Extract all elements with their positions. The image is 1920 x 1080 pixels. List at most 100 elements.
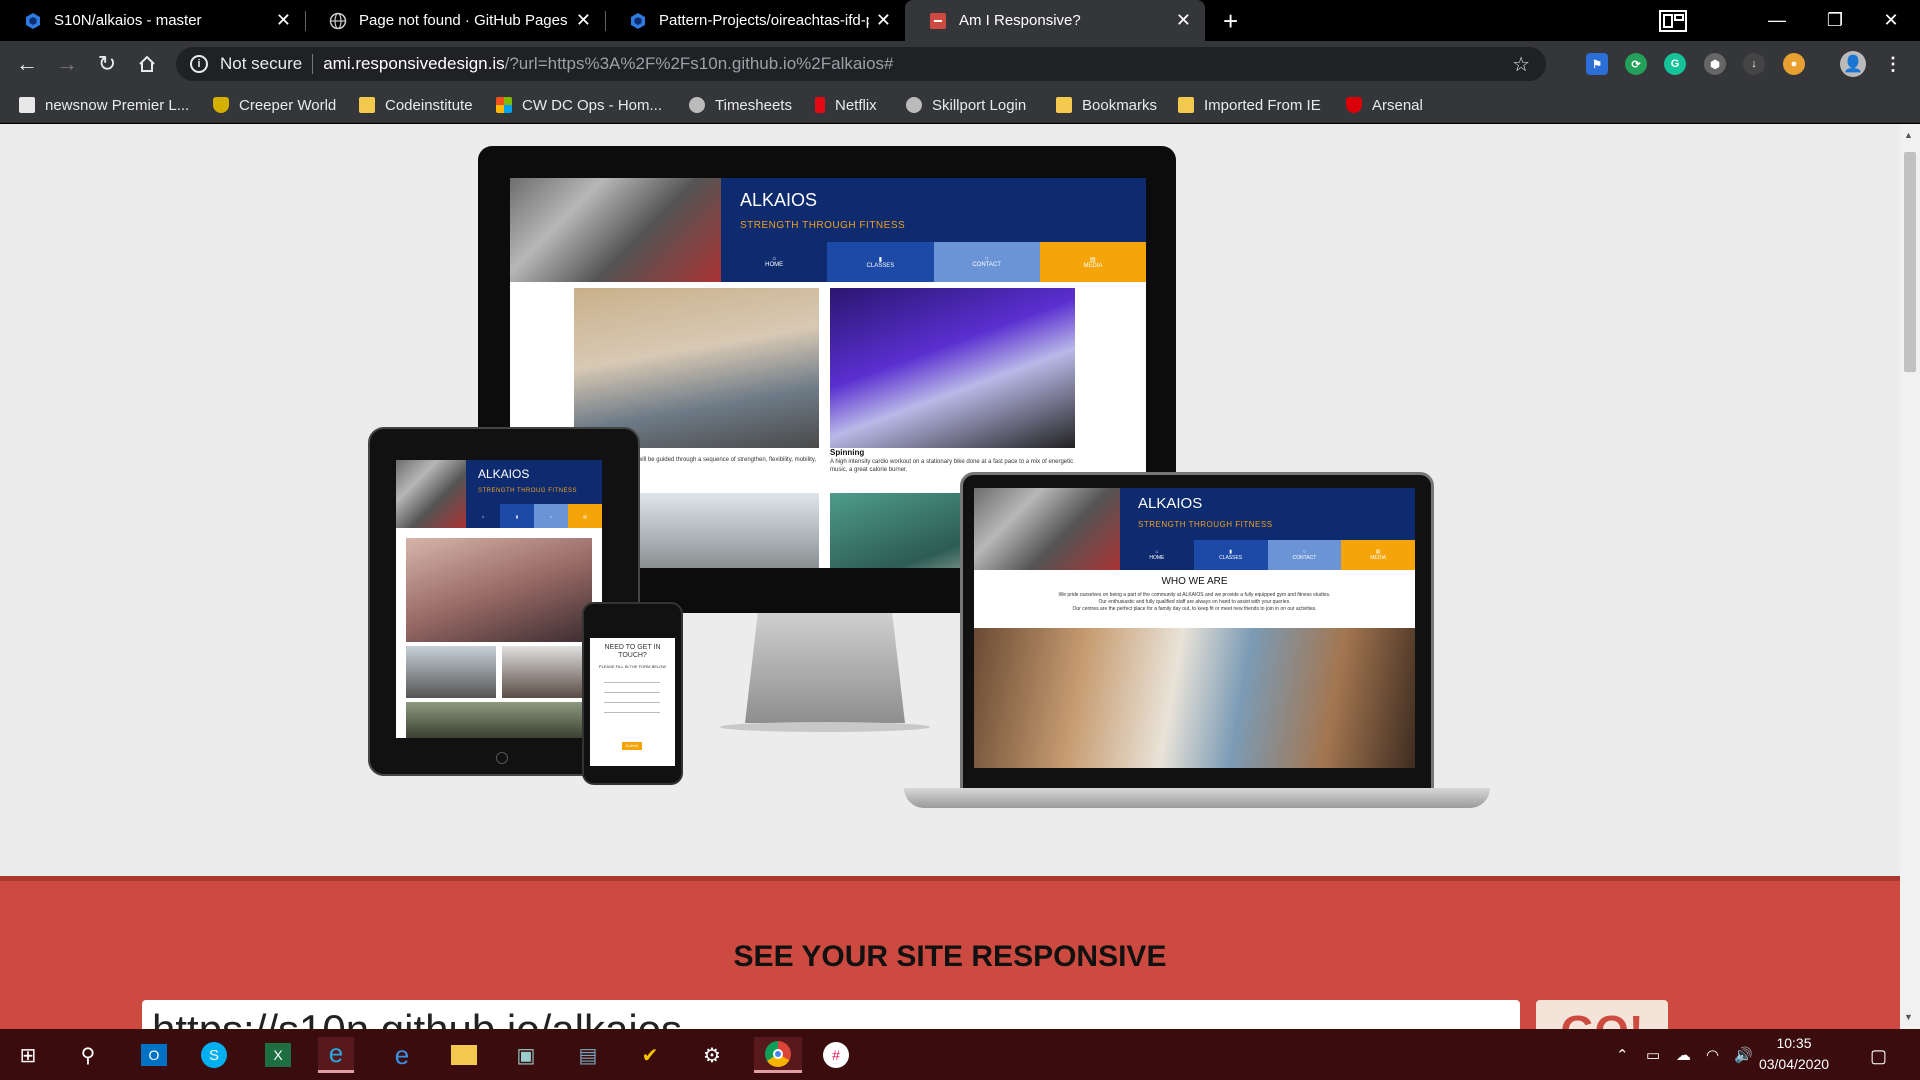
phone-heading: NEED TO GET IN TOUCH? bbox=[604, 644, 661, 659]
extension-green-icon[interactable]: ⟳ bbox=[1625, 53, 1647, 75]
reload-icon[interactable]: ↻ bbox=[93, 50, 121, 78]
tray-chevron-icon[interactable]: ⌃ bbox=[1616, 1046, 1629, 1064]
internet-explorer-icon[interactable]: e bbox=[318, 1037, 354, 1073]
close-window-icon[interactable]: ✕ bbox=[1862, 0, 1920, 41]
nav-media[interactable]: ▤ bbox=[568, 504, 602, 528]
nav-media[interactable]: ▤ MEDIA bbox=[1039, 242, 1146, 282]
norton-icon[interactable]: ✔ bbox=[632, 1037, 668, 1073]
yoga-photo bbox=[574, 288, 819, 448]
home-icon[interactable] bbox=[133, 50, 161, 78]
bookmark-item[interactable]: Skillport Login bbox=[906, 94, 1026, 116]
tab-github-pages[interactable]: Page not found · GitHub Pages ✕ bbox=[305, 0, 605, 41]
header-gym-image bbox=[510, 178, 721, 282]
scroll-down-icon[interactable]: ▼ bbox=[1904, 1012, 1913, 1022]
nav-media[interactable]: ▤ MEDIA bbox=[1341, 540, 1415, 570]
bookmark-label: Arsenal bbox=[1372, 96, 1423, 114]
clock-time: 10:35 bbox=[1776, 1035, 1812, 1051]
nav-home[interactable]: ⌂ HOME bbox=[721, 242, 828, 282]
extension-download-icon[interactable]: ↓ bbox=[1743, 53, 1765, 75]
bookmark-item[interactable]: Creeper World bbox=[213, 94, 336, 116]
scroll-up-icon[interactable]: ▲ bbox=[1904, 130, 1913, 140]
form-field[interactable] bbox=[604, 712, 660, 713]
nav-classes[interactable]: ▮ bbox=[500, 504, 534, 528]
submit-button[interactable]: Submit bbox=[622, 742, 642, 750]
nav-contact[interactable]: ○ CONTACT bbox=[1267, 540, 1342, 570]
site-nav: ⌂ HOME ▮ CLASSES ○ CONTACT ▤ MEDIA bbox=[721, 242, 1146, 282]
notifications-icon[interactable]: ▢ bbox=[1870, 1046, 1887, 1067]
tab-github-alkaios[interactable]: S10N/alkaios - master ✕ bbox=[0, 0, 305, 41]
bookmark-star-icon[interactable]: ☆ bbox=[1512, 52, 1530, 77]
url-input[interactable]: https://s10n.github.io/alkaios bbox=[142, 1000, 1520, 1029]
site-nav: ⌂ ▮ ○ ▤ bbox=[466, 504, 602, 528]
tab-am-i-responsive[interactable]: Am I Responsive? ✕ bbox=[905, 0, 1205, 41]
back-icon[interactable]: ← bbox=[13, 50, 41, 78]
edge-icon[interactable]: e bbox=[384, 1037, 420, 1073]
profile-avatar-icon[interactable]: 👤 bbox=[1840, 51, 1866, 77]
forward-icon[interactable]: → bbox=[53, 50, 81, 78]
bookmark-item[interactable]: Netflix bbox=[815, 94, 877, 116]
wifi-icon[interactable]: ◠ bbox=[1706, 1046, 1719, 1064]
close-icon[interactable]: ✕ bbox=[1176, 10, 1191, 31]
go-button[interactable]: GO! bbox=[1536, 1000, 1668, 1029]
bookmark-item[interactable]: Timesheets bbox=[689, 94, 792, 116]
bookmark-item[interactable]: Imported From IE bbox=[1178, 94, 1321, 116]
nav-contact[interactable]: ○ bbox=[534, 504, 568, 528]
form-field[interactable] bbox=[604, 682, 660, 683]
close-icon[interactable]: ✕ bbox=[876, 10, 891, 31]
bookmark-item[interactable]: Codeinstitute bbox=[359, 94, 473, 116]
tab-strip: S10N/alkaios - master ✕ Page not found ·… bbox=[0, 0, 1920, 41]
nav-classes[interactable]: ▮ CLASSES bbox=[827, 242, 934, 282]
extension-gray-icon[interactable]: ⬢ bbox=[1704, 53, 1726, 75]
settings-gear-icon[interactable]: ⚙ bbox=[694, 1037, 730, 1073]
skype-icon[interactable]: S bbox=[196, 1037, 232, 1073]
grammarly-icon[interactable]: G bbox=[1664, 53, 1686, 75]
folder-icon bbox=[359, 97, 375, 113]
restore-icon[interactable]: ❐ bbox=[1806, 0, 1864, 41]
bookmark-item[interactable]: Bookmarks bbox=[1056, 94, 1157, 116]
form-field[interactable] bbox=[604, 702, 660, 703]
film-icon: ▤ bbox=[583, 513, 587, 519]
minimize-icon[interactable]: — bbox=[1748, 0, 1806, 41]
site-tagline: STRENGTH THROUGH FITNESS bbox=[1138, 520, 1273, 529]
taskbar-clock[interactable]: 10:35 03/04/2020 bbox=[1746, 1033, 1842, 1075]
form-field[interactable] bbox=[604, 692, 660, 693]
chrome-icon[interactable] bbox=[754, 1037, 802, 1073]
nav-classes[interactable]: ▮ CLASSES bbox=[1193, 540, 1268, 570]
bookmark-label: Skillport Login bbox=[932, 96, 1027, 114]
info-icon[interactable]: i bbox=[190, 55, 208, 73]
tab-search-icon[interactable] bbox=[1644, 0, 1702, 41]
nav-home[interactable]: ⌂ bbox=[466, 504, 500, 528]
bookmark-item[interactable]: Arsenal bbox=[1346, 94, 1423, 116]
slack-icon[interactable]: # bbox=[818, 1037, 854, 1073]
tab-pattern-projects[interactable]: Pattern-Projects/oireachtas-ifd-p ✕ bbox=[605, 0, 905, 41]
about-text-1: We pride ourselves on being a part of th… bbox=[1058, 592, 1331, 598]
onedrive-icon[interactable]: ☁ bbox=[1676, 1046, 1691, 1064]
extension-orange-icon[interactable]: ● bbox=[1783, 53, 1805, 75]
site-brand: ALKAIOS bbox=[478, 467, 530, 481]
search-icon[interactable]: ⚲ bbox=[70, 1037, 106, 1073]
scroll-thumb[interactable] bbox=[1904, 152, 1916, 372]
start-windows-icon[interactable]: ⊞ bbox=[10, 1037, 46, 1073]
outlook-card-icon[interactable]: ▤ bbox=[570, 1037, 606, 1073]
bookmark-item[interactable]: newsnow Premier L... bbox=[19, 94, 189, 116]
extension-blue-icon[interactable]: ⚑ bbox=[1586, 53, 1608, 75]
new-tab-icon[interactable]: + bbox=[1223, 6, 1238, 37]
excel-icon[interactable]: X bbox=[260, 1037, 296, 1073]
file-explorer-icon[interactable] bbox=[446, 1037, 482, 1073]
outlook-icon[interactable]: O bbox=[136, 1037, 172, 1073]
globe-icon bbox=[906, 97, 922, 113]
nav-contact[interactable]: ○ CONTACT bbox=[933, 242, 1040, 282]
github-hexagon-icon bbox=[629, 12, 647, 30]
battery-icon[interactable]: ▭ bbox=[1646, 1046, 1660, 1064]
monitor-stand bbox=[745, 613, 905, 723]
address-bar[interactable]: i Not secure ami.responsivedesign.is/?ur… bbox=[176, 47, 1546, 81]
close-icon[interactable]: ✕ bbox=[276, 10, 291, 31]
page-scrollbar[interactable]: ▲ ▼ bbox=[1900, 124, 1920, 1029]
section-title: SEE YOUR SITE RESPONSIVE bbox=[733, 940, 1167, 973]
remote-desktop-icon[interactable]: ▣ bbox=[508, 1037, 544, 1073]
site-brand: ALKAIOS bbox=[740, 190, 818, 210]
bookmark-item[interactable]: CW DC Ops - Hom... bbox=[496, 94, 662, 116]
close-icon[interactable]: ✕ bbox=[576, 10, 591, 31]
nav-home[interactable]: ⌂ HOME bbox=[1120, 540, 1194, 570]
menu-kebab-icon[interactable]: ⋮ bbox=[1882, 53, 1904, 75]
